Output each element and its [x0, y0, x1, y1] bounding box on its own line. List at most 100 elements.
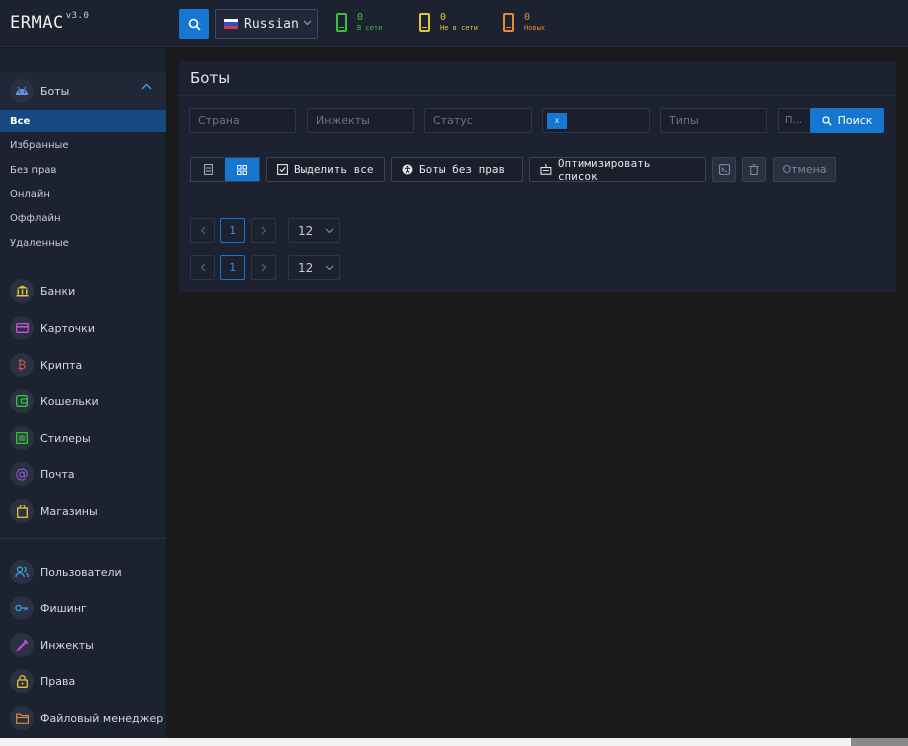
- prev-page-button[interactable]: [190, 255, 215, 280]
- page-number[interactable]: 1: [220, 255, 245, 280]
- page-size-select[interactable]: 12: [288, 218, 340, 243]
- list-icon: [10, 426, 34, 450]
- syringe-icon: [10, 633, 34, 657]
- sidebar-item-label: Фишинг: [40, 601, 87, 615]
- sidebar-item-label: Инжекты: [40, 638, 94, 652]
- sidebar-sub-all[interactable]: Все: [0, 110, 166, 132]
- chevron-down-icon: [325, 265, 334, 270]
- stat-new-count: 0: [524, 12, 531, 23]
- phone-icon: [336, 13, 347, 32]
- sidebar: Боты Все Избранные Без прав Онлайн Оффла…: [0, 48, 166, 738]
- sidebar-item-banks[interactable]: Банки: [0, 277, 166, 305]
- optimize-list-button[interactable]: Оптимизировать список: [529, 156, 706, 183]
- clear-tag-button[interactable]: x: [547, 112, 567, 129]
- sidebar-item-label: Стилеры: [40, 431, 91, 445]
- at-icon: @: [10, 462, 34, 486]
- stat-offline-count: 0: [440, 12, 447, 23]
- sidebar-sub-online[interactable]: Онлайн: [0, 183, 166, 205]
- android-icon: [10, 79, 34, 103]
- sidebar-item-file-manager[interactable]: Файловый менеджер: [0, 704, 166, 732]
- sidebar-item-mail[interactable]: @ Почта: [0, 460, 166, 488]
- grid-view-button[interactable]: [225, 158, 259, 181]
- robot-icon: [540, 164, 552, 175]
- sidebar-sub-offline[interactable]: Оффлайн: [0, 207, 166, 229]
- select-all-button[interactable]: Выделить все: [266, 157, 385, 182]
- sidebar-item-users[interactable]: Пользователи: [0, 558, 166, 586]
- language-select[interactable]: Russian: [215, 9, 318, 39]
- stat-new-label: Новых: [524, 24, 546, 32]
- cancel-button[interactable]: Отмена: [773, 157, 836, 182]
- bank-icon: [10, 279, 34, 303]
- sidebar-item-label: Крипта: [40, 358, 83, 372]
- top-header: ERMAC v3.0 Russian 0В сети 0 Не в сети 0 Но…: [0, 0, 908, 47]
- stat-new: 0 Новых: [503, 13, 545, 32]
- users-icon: [10, 560, 34, 584]
- sidebar-group-bots[interactable]: Боты: [0, 72, 166, 110]
- chevron-left-icon: [200, 263, 205, 272]
- sidebar-item-stealers[interactable]: Стилеры: [0, 424, 166, 452]
- bots-panel: Боты Страна Инжекты Статус x Типы П... П…: [178, 61, 896, 292]
- chevron-down-icon: [325, 228, 334, 233]
- horizontal-scrollbar-thumb[interactable]: [851, 738, 908, 746]
- sidebar-item-cards[interactable]: Карточки: [0, 314, 166, 342]
- tag-filter[interactable]: x: [542, 108, 650, 133]
- sidebar-item-shops[interactable]: Магазины: [0, 497, 166, 525]
- types-filter[interactable]: Типы: [660, 108, 767, 133]
- bag-icon: [10, 499, 34, 523]
- stat-offline-label: Не в сети: [440, 24, 478, 32]
- sidebar-item-label: Магазины: [40, 504, 98, 518]
- country-filter[interactable]: Страна: [189, 108, 296, 133]
- sidebar-item-phishing[interactable]: Фишинг: [0, 594, 166, 622]
- sidebar-item-wallets[interactable]: Кошельки: [0, 387, 166, 415]
- sidebar-item-label: Кошельки: [40, 394, 99, 408]
- chevron-up-icon[interactable]: [141, 83, 152, 90]
- terminal-button[interactable]: [712, 157, 736, 182]
- delete-button[interactable]: [742, 157, 766, 182]
- list-view-button[interactable]: [191, 158, 225, 181]
- bots-no-rights-button[interactable]: Боты без прав: [391, 157, 523, 182]
- sidebar-item-rights[interactable]: Права: [0, 667, 166, 695]
- optimize-list-label: Оптимизировать список: [557, 156, 651, 183]
- bots-no-rights-label: Боты без прав: [419, 163, 506, 176]
- header-search-button[interactable]: [179, 9, 209, 39]
- panel-divider: [178, 95, 896, 96]
- status-filter[interactable]: Статус: [424, 108, 532, 133]
- next-page-button[interactable]: [251, 255, 276, 280]
- select-all-label: Выделить все: [294, 163, 374, 176]
- checkbox-icon: [277, 164, 288, 175]
- stat-online-count: 0: [357, 12, 364, 23]
- horizontal-scrollbar-track[interactable]: [0, 738, 851, 746]
- search-button[interactable]: Поиск: [810, 108, 884, 133]
- chevron-left-icon: [200, 226, 205, 235]
- chevron-right-icon: [261, 226, 266, 235]
- page-title: Боты: [190, 69, 231, 87]
- next-page-button[interactable]: [251, 218, 276, 243]
- terminal-icon: [718, 164, 730, 175]
- app-logo[interactable]: ERMAC v3.0: [10, 11, 90, 33]
- extra-filter[interactable]: П...: [778, 108, 812, 133]
- sidebar-sub-deleted[interactable]: Удаленные: [0, 232, 166, 254]
- bitcoin-icon: ₿: [10, 353, 34, 377]
- grid-view-icon: [237, 164, 247, 175]
- folder-icon: [10, 706, 34, 730]
- sidebar-sub-no-rights[interactable]: Без прав: [0, 159, 166, 181]
- injects-filter[interactable]: Инжекты: [307, 108, 414, 133]
- stat-offline: 0 Не в сети: [419, 13, 478, 32]
- page-number[interactable]: 1: [220, 218, 245, 243]
- sidebar-item-injects[interactable]: Инжекты: [0, 631, 166, 659]
- sidebar-group-bots-label: Боты: [40, 84, 70, 98]
- search-icon: [821, 115, 832, 126]
- page-size-select[interactable]: 12: [288, 255, 340, 280]
- phone-icon: [503, 13, 514, 32]
- accessibility-icon: [402, 164, 413, 175]
- sidebar-item-crypto[interactable]: ₿ Крипта: [0, 351, 166, 379]
- card-icon: [10, 316, 34, 340]
- sidebar-item-label: Пользователи: [40, 565, 122, 579]
- russia-flag-icon: [224, 19, 238, 29]
- language-label: Russian: [244, 16, 299, 32]
- chevron-right-icon: [261, 263, 266, 272]
- prev-page-button[interactable]: [190, 218, 215, 243]
- sidebar-sub-favorites[interactable]: Избранные: [0, 134, 166, 156]
- app-version: v3.0: [65, 11, 90, 22]
- page-size-value: 12: [298, 223, 314, 238]
